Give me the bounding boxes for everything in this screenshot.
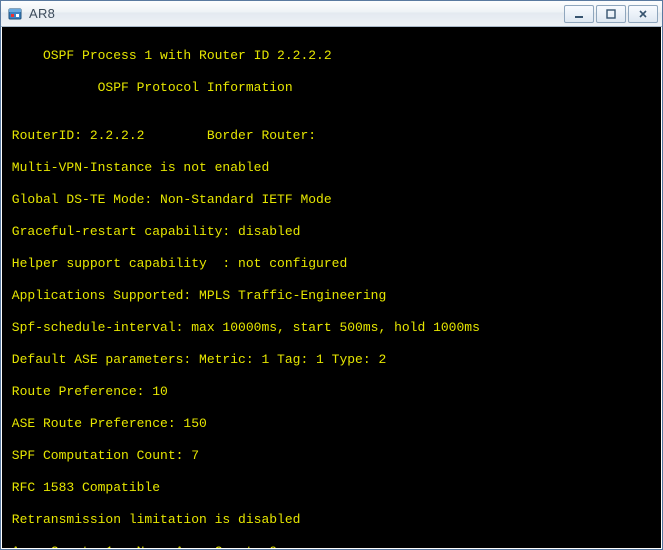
- minimize-button[interactable]: [564, 5, 594, 23]
- terminal-output[interactable]: OSPF Process 1 with Router ID 2.2.2.2 OS…: [2, 28, 661, 548]
- terminal-line: Area Count: 1 Nssa Area Count: 0: [4, 544, 659, 548]
- terminal-line: Applications Supported: MPLS Traffic-Eng…: [4, 288, 659, 304]
- window-controls: [562, 5, 658, 23]
- terminal-line: SPF Computation Count: 7: [4, 448, 659, 464]
- terminal-line: Spf-schedule-interval: max 10000ms, star…: [4, 320, 659, 336]
- terminal-line: Route Preference: 10: [4, 384, 659, 400]
- terminal-line: Helper support capability : not configur…: [4, 256, 659, 272]
- titlebar[interactable]: AR8: [1, 1, 662, 27]
- terminal-line: Multi-VPN-Instance is not enabled: [4, 160, 659, 176]
- window-title: AR8: [29, 6, 562, 21]
- window: AR8 OSPF Process 1 with Router ID 2.2.2.…: [0, 0, 663, 550]
- terminal-line: Default ASE parameters: Metric: 1 Tag: 1…: [4, 352, 659, 368]
- terminal-line: OSPF Protocol Information: [4, 80, 659, 96]
- terminal-line: RFC 1583 Compatible: [4, 480, 659, 496]
- terminal-line: Retransmission limitation is disabled: [4, 512, 659, 528]
- terminal-line: Global DS-TE Mode: Non-Standard IETF Mod…: [4, 192, 659, 208]
- terminal-line: RouterID: 2.2.2.2 Border Router:: [4, 128, 659, 144]
- close-button[interactable]: [628, 5, 658, 23]
- terminal-line: Graceful-restart capability: disabled: [4, 224, 659, 240]
- app-icon: [7, 6, 23, 22]
- terminal-line: ASE Route Preference: 150: [4, 416, 659, 432]
- maximize-button[interactable]: [596, 5, 626, 23]
- terminal-line: OSPF Process 1 with Router ID 2.2.2.2: [4, 48, 659, 64]
